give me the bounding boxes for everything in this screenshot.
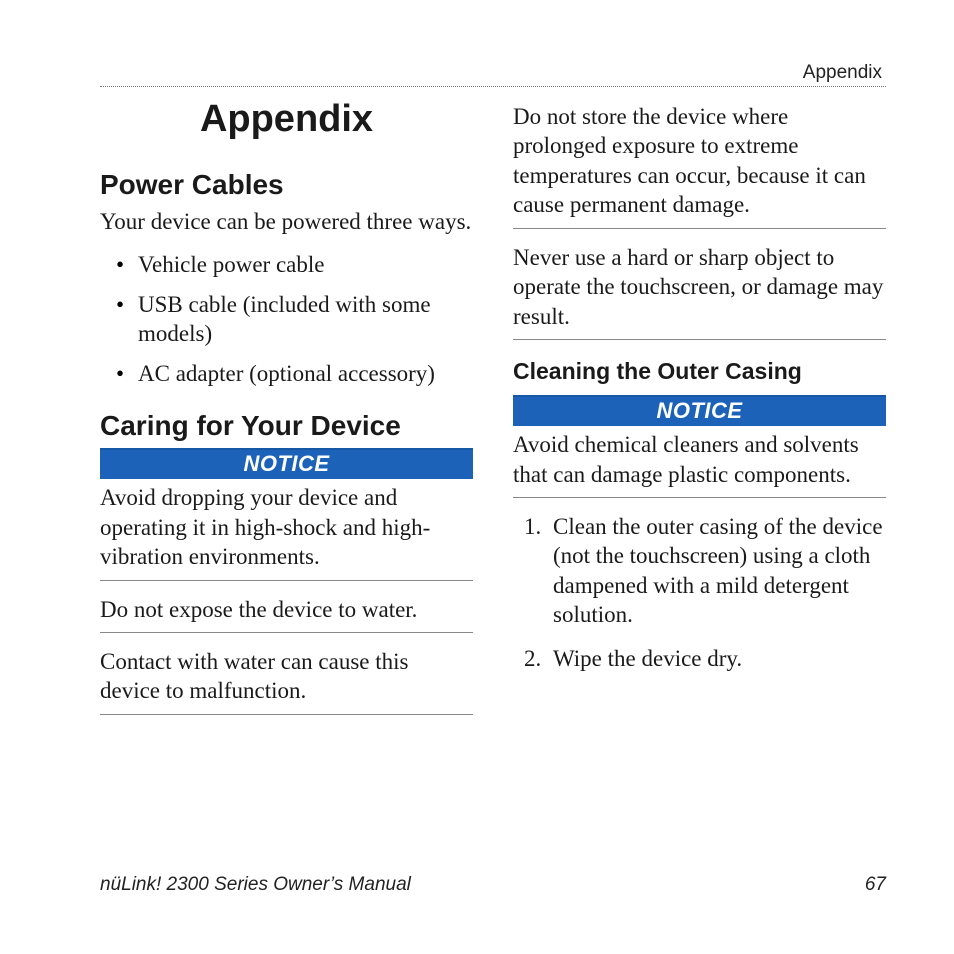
notice-paragraphs: Avoid chemical cleaners and solvents tha… [513, 430, 886, 498]
notice-text: Contact with water can cause this device… [100, 647, 473, 715]
cleaning-steps: Clean the outer casing of the device (no… [513, 512, 886, 673]
page-footer: nüLink! 2300 Series Owner’s Manual 67 [100, 874, 886, 896]
notice-label: NOTICE [100, 450, 473, 479]
running-header: Appendix [803, 62, 882, 84]
notice-box-caring: NOTICE [100, 448, 473, 479]
section-power-cables: Power Cables [100, 169, 473, 201]
page-title: Appendix [100, 92, 473, 141]
list-item: Vehicle power cable [100, 250, 473, 279]
right-column: Do not store the device where prolonged … [513, 92, 886, 729]
notice-text: Do not store the device where prolonged … [513, 102, 886, 229]
left-column: Appendix Power Cables Your device can be… [100, 92, 473, 729]
notice-text: Never use a hard or sharp object to oper… [513, 243, 886, 340]
manual-title: nüLink! 2300 Series Owner’s Manual [100, 874, 411, 896]
notice-box-cleaning: NOTICE [513, 395, 886, 426]
notice-text: Do not expose the device to water. [100, 595, 473, 633]
list-item: AC adapter (optional accessory) [100, 359, 473, 388]
power-cables-list: Vehicle power cable USB cable (included … [100, 250, 473, 388]
notice-text: Avoid chemical cleaners and solvents tha… [513, 430, 886, 498]
notice-label: NOTICE [513, 397, 886, 426]
subsection-cleaning-casing: Cleaning the Outer Casing [513, 358, 886, 385]
notice-paragraphs: Avoid dropping your device and operating… [100, 483, 473, 715]
power-cables-intro: Your device can be powered three ways. [100, 207, 473, 236]
list-item: Wipe the device dry. [547, 644, 886, 673]
list-item: Clean the outer casing of the device (no… [547, 512, 886, 630]
manual-page: Appendix Appendix Power Cables Your devi… [0, 0, 954, 954]
page-number: 67 [865, 874, 886, 896]
header-divider [100, 86, 886, 87]
continued-notice-paragraphs: Do not store the device where prolonged … [513, 102, 886, 340]
list-item: USB cable (included with some models) [100, 290, 473, 349]
content-columns: Appendix Power Cables Your device can be… [100, 92, 886, 729]
notice-text: Avoid dropping your device and operating… [100, 483, 473, 580]
section-caring-device: Caring for Your Device [100, 410, 473, 442]
